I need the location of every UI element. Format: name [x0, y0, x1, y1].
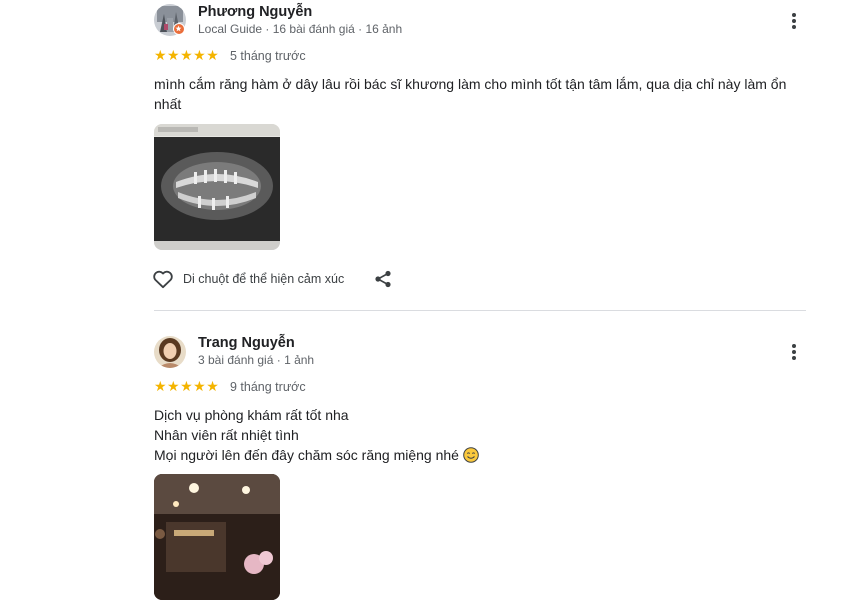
dental-xray-image: [154, 124, 280, 250]
more-options-button[interactable]: [784, 11, 804, 33]
review-text: Dịch vụ phòng khám rất tốt nha Nhân viên…: [154, 405, 794, 465]
review-text-line: nhất: [154, 96, 182, 112]
review-divider: [154, 310, 806, 311]
review-photo[interactable]: [154, 474, 280, 600]
review-text-line-content: Mọi người lên đến đây chăm sóc răng miện…: [154, 447, 459, 463]
reviewer-meta: Local Guide · 16 bài đánh giá · 16 ảnh: [198, 22, 403, 36]
review-text: mình cắm răng hàm ở dây lâu rồi bác sĩ k…: [154, 74, 794, 114]
more-vert-icon: [792, 344, 796, 348]
review-text-line: Mọi người lên đến đây chăm sóc răng miện…: [154, 445, 794, 465]
review-text-line: mình cắm răng hàm ở dây lâu rồi bác sĩ k…: [154, 76, 787, 92]
review-text-line: Dịch vụ phòng khám rất tốt nha: [154, 407, 349, 423]
star-rating: ★★★★★: [154, 378, 220, 394]
review-time: 5 tháng trước: [230, 49, 306, 63]
review-photo[interactable]: [154, 124, 280, 250]
reviewer-name[interactable]: Trang Nguyễn: [198, 335, 295, 351]
clinic-interior-image: [154, 474, 280, 600]
review-time: 9 tháng trước: [230, 380, 306, 394]
reviewer-avatar[interactable]: [154, 336, 186, 368]
reviewer-meta: 3 bài đánh giá · 1 ảnh: [198, 353, 315, 367]
review-actions: Di chuột để thể hiện cảm xúc: [152, 267, 392, 291]
more-vert-icon: [792, 13, 796, 17]
review-text-line: Nhân viên rất nhiệt tình: [154, 427, 299, 443]
star-rating: ★★★★★: [154, 47, 220, 63]
smiling-face-emoji: [463, 447, 479, 463]
share-icon: [375, 270, 391, 288]
share-button[interactable]: [374, 270, 392, 288]
avatar-image: [154, 336, 186, 368]
more-options-button[interactable]: [784, 342, 804, 364]
like-button[interactable]: Di chuột để thể hiện cảm xúc: [152, 269, 344, 289]
local-guide-badge-icon: [173, 23, 185, 35]
heart-outline-icon: [153, 270, 173, 289]
like-label: Di chuột để thể hiện cảm xúc: [183, 272, 345, 286]
reviewer-name[interactable]: Phương Nguyễn: [198, 4, 312, 20]
